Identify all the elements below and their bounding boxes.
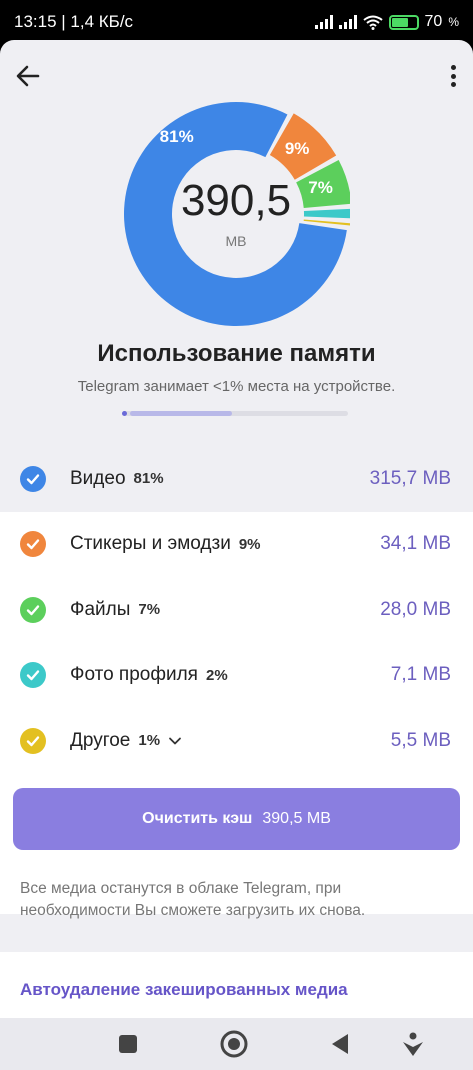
accessibility-icon <box>403 1032 423 1056</box>
category-size: 5,5 MB <box>390 729 451 751</box>
triangle-back-icon <box>332 1034 348 1054</box>
category-row-stickers[interactable]: Стикеры и эмодзи 9% 34,1 MB <box>0 512 473 578</box>
category-row-other[interactable]: Другое 1% 5,5 MB <box>0 708 473 774</box>
accessibility-button[interactable] <box>393 1018 433 1070</box>
category-size: 34,1 MB <box>380 533 451 555</box>
page-subtitle: Telegram занимает <1% места на устройств… <box>77 378 396 395</box>
total-unit: MB <box>225 233 247 249</box>
category-size: 315,7 MB <box>369 467 451 489</box>
cloud-note: Все медиа останутся в облаке Telegram, п… <box>20 880 366 920</box>
category-label: Другое <box>70 729 131 751</box>
wifi-icon <box>362 15 383 30</box>
status-bar: 13:15 | 1,4 КБ/с 70% <box>0 0 473 44</box>
checkbox-files[interactable] <box>20 596 46 623</box>
clear-cache-button[interactable]: Очистить кэш 390,5 MB <box>13 788 460 850</box>
category-label: Видео <box>70 467 126 489</box>
checkbox-video[interactable] <box>20 465 46 492</box>
checkmark-icon <box>26 736 40 746</box>
category-percent: 2% <box>205 666 228 684</box>
category-percent: 81% <box>133 470 164 488</box>
status-time: 13:15 | 1,4 КБ/с <box>14 12 134 31</box>
checkbox-other[interactable] <box>20 727 46 754</box>
page-indicator-dot <box>122 411 127 416</box>
category-percent: 1% <box>138 732 161 750</box>
clear-cache-label: Очистить кэш <box>142 810 253 827</box>
signal-icon-2 <box>338 15 357 29</box>
recent-apps-button[interactable] <box>75 1018 181 1070</box>
checkmark-icon <box>26 539 40 550</box>
donut-center: 390,5 MB <box>122 100 350 328</box>
dot-icon <box>450 73 456 79</box>
slice-percent-label: 9% <box>284 138 310 158</box>
back-button[interactable] <box>12 60 44 92</box>
system-nav-bar <box>0 1018 473 1070</box>
arrow-left-icon <box>16 65 40 87</box>
category-size: 7,1 MB <box>390 664 451 686</box>
page-title: Использование памяти <box>97 340 376 367</box>
status-icons: 70% <box>314 13 459 31</box>
battery-icon <box>388 14 419 30</box>
checkmark-icon <box>26 605 40 615</box>
checkmark-icon <box>26 670 40 681</box>
checkbox-profile-photos[interactable] <box>20 662 46 689</box>
dot-icon <box>450 65 456 70</box>
slice-percent-label: 81% <box>159 126 194 146</box>
category-percent: 7% <box>138 601 161 619</box>
battery-level: 70 <box>424 13 443 30</box>
page-indicator-fill <box>130 411 232 416</box>
slice-percent-label: 7% <box>308 178 333 198</box>
dot-icon <box>450 82 456 87</box>
battery-percent-sign: % <box>448 15 459 29</box>
category-row-files[interactable]: Файлы 7% 28,0 MB <box>0 577 473 643</box>
total-size: 390,5 <box>180 176 292 225</box>
clear-cache-size: 390,5 MB <box>262 810 331 827</box>
storage-usage-screen: 390,5 MB 81% 9% 7% Использование памяти Te… <box>0 40 473 1018</box>
checkbox-stickers[interactable] <box>20 531 46 558</box>
back-nav-button[interactable] <box>287 1018 393 1070</box>
category-row-profile-photos[interactable]: Фото профиля 2% 7,1 MB <box>0 643 473 709</box>
home-button[interactable] <box>181 1018 287 1070</box>
category-label: Файлы <box>70 598 131 620</box>
more-menu-button[interactable] <box>447 62 459 90</box>
auto-delete-section: Автоудаление закешированных медиа <box>0 952 473 1018</box>
storage-donut-chart: 390,5 MB 81% 9% 7% <box>122 100 352 328</box>
category-size: 28,0 MB <box>380 598 451 620</box>
page-indicator <box>122 411 348 416</box>
auto-delete-link[interactable]: Автоудаление закешированных медиа <box>20 980 348 1000</box>
category-row-video[interactable]: Видео 81% 315,7 MB <box>0 446 473 512</box>
category-percent: 9% <box>238 535 261 553</box>
chevron-down-icon[interactable] <box>168 734 182 748</box>
signal-icon <box>314 15 333 29</box>
home-circle-icon <box>220 1030 248 1058</box>
square-icon <box>119 1035 137 1053</box>
category-label: Фото профиля <box>70 664 198 686</box>
category-label: Стикеры и эмодзи <box>70 533 231 555</box>
checkmark-icon <box>26 474 40 484</box>
